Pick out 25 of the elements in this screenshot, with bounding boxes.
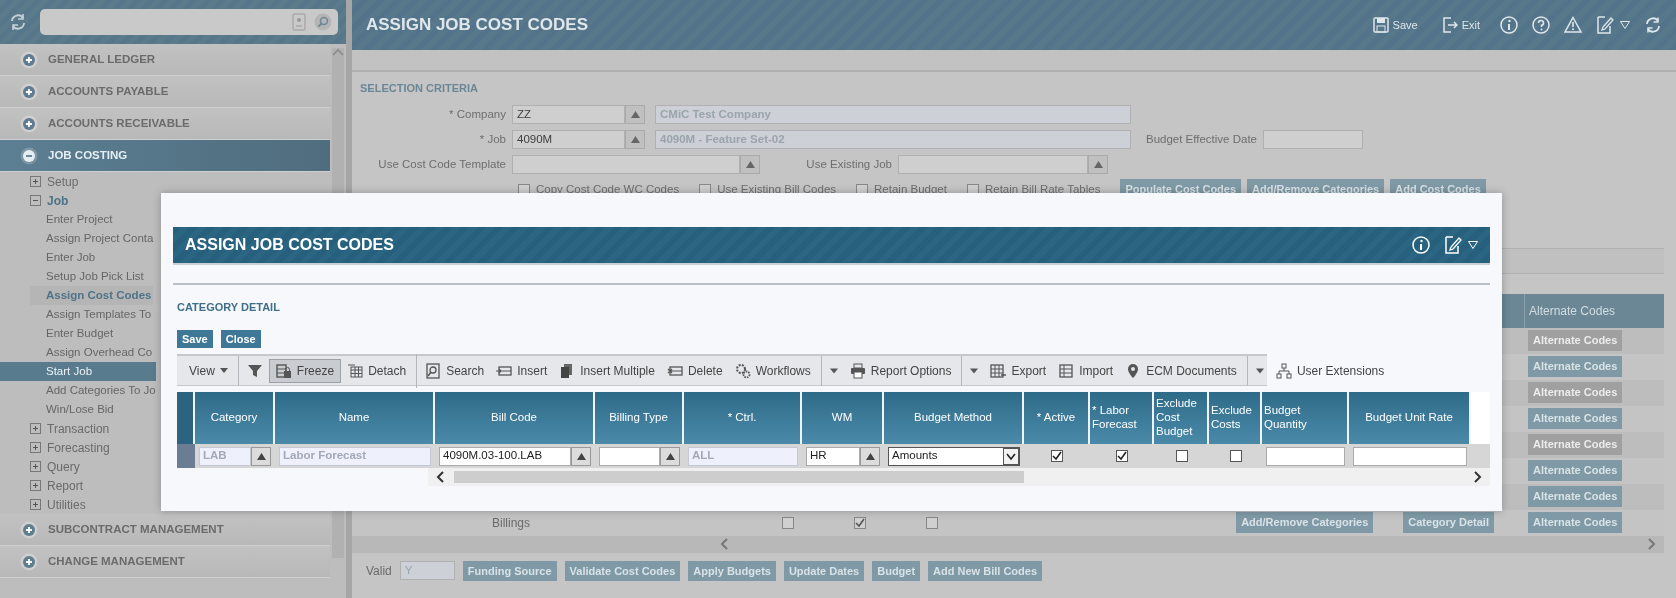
field-label: Use Cost Code Template	[377, 156, 506, 172]
column-header: Bill Code	[435, 392, 595, 444]
column-header: Name	[275, 392, 435, 444]
section-title: CATEGORY DETAIL	[177, 300, 281, 315]
column-header: Exclude Costs	[1209, 392, 1262, 444]
field-label: Valid	[366, 562, 392, 580]
column-header: Budget Quantity	[1262, 392, 1349, 444]
column-header: Category	[195, 392, 275, 444]
table-cell-text: Billings	[492, 514, 531, 532]
section-title: SELECTION CRITERIA	[360, 81, 479, 96]
column-header: * Labor Forecast	[1090, 392, 1154, 444]
field-label: Budget Effective Date	[1144, 131, 1257, 147]
column-header: Budget Unit Rate	[1349, 392, 1471, 444]
dialog-title: ASSIGN JOB COST CODES	[185, 235, 394, 255]
column-header: * Active	[1024, 392, 1090, 444]
column-header: * Ctrl.	[684, 392, 802, 444]
field-label: * Job	[478, 131, 506, 147]
column-header: WM	[802, 392, 884, 444]
page-title: ASSIGN JOB COST CODES	[366, 14, 588, 37]
field-label: * Company	[448, 106, 506, 122]
column-header: Alternate Codes	[1524, 293, 1664, 328]
field-label: Use Existing Job	[805, 156, 892, 172]
column-header: Budget Method	[884, 392, 1024, 444]
column-header: Exclude Cost Budget	[1154, 392, 1209, 444]
column-header: Billing Type	[595, 392, 684, 444]
